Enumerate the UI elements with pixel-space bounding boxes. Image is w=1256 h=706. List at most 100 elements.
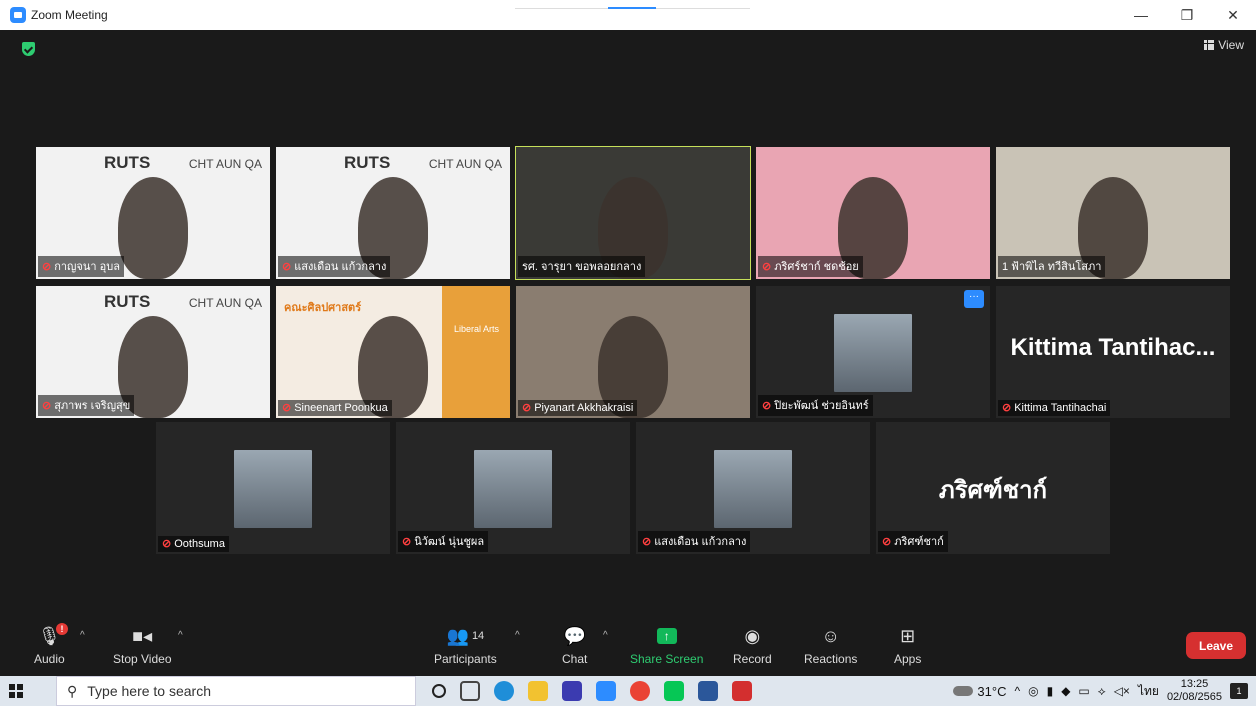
participant-nameplate: ⊘ แสงเดือน แก้วกลาง — [278, 256, 391, 277]
taskbar-clock[interactable]: 13:25 02/08/2565 — [1167, 678, 1222, 704]
ruts-logo: RUTS — [104, 292, 151, 311]
active-tab-indicator — [608, 7, 656, 9]
search-placeholder: Type here to search — [87, 683, 212, 699]
video-options-caret-icon[interactable]: ^ — [178, 630, 183, 641]
stop-video-button[interactable]: ■◂ Stop Video — [113, 622, 172, 667]
tray-pen-icon[interactable]: ▮ — [1047, 684, 1054, 698]
chat-button[interactable]: 💬 Chat — [562, 622, 587, 667]
participant-tile[interactable]: ⊘ นิวัฒน์ นุ่นชูผล — [396, 422, 630, 554]
participant-tile[interactable]: ⊘ แสงเดือน แก้วกลาง — [636, 422, 870, 554]
participant-nameplate: ⊘ Kittima Tantihachai — [998, 400, 1111, 416]
profile-picture — [714, 450, 792, 528]
participant-display-name: Kittima Tantihac... — [1010, 334, 1216, 361]
participant-name: สุภาพร เจริญสุข — [54, 400, 131, 412]
encryption-shield-icon[interactable] — [22, 42, 35, 56]
volume-icon[interactable]: ◁× — [1114, 684, 1130, 698]
view-button-label: View — [1218, 38, 1244, 52]
participant-tile[interactable]: ··· ⊘ ปิยะพัฒน์ ช่วยอินทร์ — [756, 286, 990, 418]
mic-muted-icon: ⊘ — [522, 402, 532, 414]
windows-taskbar: ⚲ Type here to search 31°C ^ ◎ ▮ ◆ ▭ ⟡ ◁… — [0, 676, 1256, 706]
participant-nameplate: ⊘ สุภาพร เจริญสุข — [38, 395, 135, 416]
edge-browser-icon[interactable] — [494, 681, 514, 701]
maximize-button[interactable]: ❐ — [1164, 0, 1210, 30]
participant-tile[interactable]: ⊘ ภริศร์ชาก์ ชดช้อย — [756, 147, 990, 279]
input-language[interactable]: ไทย — [1138, 682, 1159, 701]
participant-tile[interactable]: รศ. จารุยา ขอพลอยกลาง — [515, 146, 751, 280]
liberal-arts-label: Liberal Arts — [454, 324, 500, 334]
grid-view-icon — [1204, 40, 1215, 50]
participant-name: ปิยะพัฒน์ ช่วยอินทร์ — [774, 400, 869, 412]
zoom-window: Zoom Meeting — ❐ ✕ View RUTS CHT AUN QA ⊘ ก… — [0, 0, 1256, 706]
participant-name: Sineenart Poonkua — [294, 401, 388, 414]
network-icon[interactable]: ⟡ — [1098, 684, 1106, 699]
cortana-icon[interactable] — [432, 684, 446, 698]
word-app-icon[interactable] — [698, 681, 718, 701]
tray-app-icon[interactable]: ◎ — [1028, 684, 1038, 698]
chrome-browser-icon[interactable] — [630, 681, 650, 701]
collaboration-app-icon[interactable] — [562, 681, 582, 701]
minimize-button[interactable]: — — [1118, 0, 1164, 30]
chat-options-caret-icon[interactable]: ^ — [603, 630, 608, 641]
view-button[interactable]: View — [1204, 38, 1244, 52]
taskbar-search-box[interactable]: ⚲ Type here to search — [56, 676, 416, 706]
ruts-logo: RUTS — [104, 153, 151, 172]
zoom-logo-icon — [10, 7, 26, 23]
notification-center-icon[interactable]: 1 — [1230, 683, 1248, 699]
file-explorer-icon[interactable] — [528, 681, 548, 701]
participant-name: กาญจนา อุบล — [54, 261, 120, 273]
participant-tile[interactable]: ภริศฑ์ชาก์ ⊘ ภริศฑ์ชาก์ — [876, 422, 1110, 554]
participant-name: แสงเดือน แก้วกลาง — [294, 261, 387, 273]
weather-widget[interactable]: 31°C — [953, 684, 1006, 699]
profile-picture — [834, 314, 912, 392]
participant-nameplate: ⊘ Sineenart Poonkua — [278, 400, 392, 416]
participant-name: แสงเดือน แก้วกลาง — [654, 536, 747, 548]
participant-name: Oothsuma — [174, 537, 225, 550]
mic-muted-icon: ⊘ — [1002, 402, 1012, 414]
participant-tile[interactable]: ⊘ Piyanart Akkhakraisi — [516, 286, 750, 418]
task-view-icon[interactable] — [460, 681, 480, 701]
participant-nameplate: ⊘ Oothsuma — [158, 536, 229, 552]
participants-count: 14 — [471, 630, 485, 642]
mic-muted-icon: ⊘ — [642, 535, 652, 548]
mic-muted-icon: ⊘ — [282, 402, 292, 414]
audio-options-caret-icon[interactable]: ^ — [80, 630, 85, 641]
tray-chevron-icon[interactable]: ^ — [1014, 684, 1020, 698]
participant-tile[interactable]: 1 ฟ้าพิไล ทวีสินโสภา — [996, 147, 1230, 279]
participant-tile[interactable]: ⊘ Oothsuma — [156, 422, 390, 554]
participant-name: ภริศร์ชาก์ ชดช้อย — [774, 261, 859, 273]
leave-button[interactable]: Leave — [1186, 632, 1246, 659]
participant-nameplate: ⊘ ปิยะพัฒน์ ช่วยอินทร์ — [758, 395, 873, 416]
participant-tile[interactable]: Kittima Tantihac... ⊘ Kittima Tantihachai — [996, 286, 1230, 418]
start-button[interactable] — [0, 676, 32, 706]
record-icon: ◉ — [744, 625, 761, 646]
participant-tile[interactable]: คณะศิลปศาสตร์ Liberal Arts ⊘ Sineenart Poon… — [276, 286, 510, 418]
record-button[interactable]: ◉ Record — [733, 622, 772, 667]
line-app-icon[interactable] — [664, 681, 684, 701]
participant-tile[interactable]: RUTS CHT AUN QA ⊘ กาญจนา อุบล — [36, 147, 270, 279]
participant-tile[interactable]: RUTS CHT AUN QA ⊘ แสงเดือน แก้วกลาง — [276, 147, 510, 279]
participant-nameplate: ⊘ นิวัฒน์ นุ่นชูผล — [398, 531, 489, 552]
apps-button[interactable]: ⊞ Apps — [894, 622, 921, 667]
participants-button[interactable]: 👥 14 Participants — [434, 622, 497, 667]
more-options-button[interactable]: ··· — [964, 290, 984, 308]
participant-tile[interactable]: RUTS CHT AUN QA ⊘ สุภาพร เจริญสุข — [36, 286, 270, 418]
acrobat-reader-icon[interactable] — [732, 681, 752, 701]
participants-options-caret-icon[interactable]: ^ — [515, 630, 520, 641]
share-screen-icon: ↑ — [656, 622, 677, 650]
participant-nameplate: ⊘ ภริศร์ชาก์ ชดช้อย — [758, 256, 863, 277]
system-tray: 31°C ^ ◎ ▮ ◆ ▭ ⟡ ◁× ไทย 13:25 02/08/2565… — [953, 676, 1256, 706]
reactions-button[interactable]: ☺ Reactions — [804, 622, 857, 667]
chat-bubble-icon: 💬 — [563, 625, 586, 646]
mic-muted-icon: ⊘ — [762, 260, 772, 273]
battery-icon[interactable]: ▭ — [1078, 684, 1089, 698]
windows-logo-icon — [9, 684, 23, 698]
search-icon: ⚲ — [67, 682, 78, 699]
clock-date: 02/08/2565 — [1166, 691, 1222, 703]
taskbar-apps — [432, 681, 752, 701]
zoom-taskbar-icon[interactable] — [596, 681, 616, 701]
window-title: Zoom Meeting — [31, 8, 108, 22]
tray-security-icon[interactable]: ◆ — [1061, 684, 1070, 698]
share-screen-button[interactable]: ↑ Share Screen — [630, 622, 703, 666]
close-button[interactable]: ✕ — [1210, 0, 1256, 30]
audio-warning-badge: ! — [56, 623, 68, 635]
